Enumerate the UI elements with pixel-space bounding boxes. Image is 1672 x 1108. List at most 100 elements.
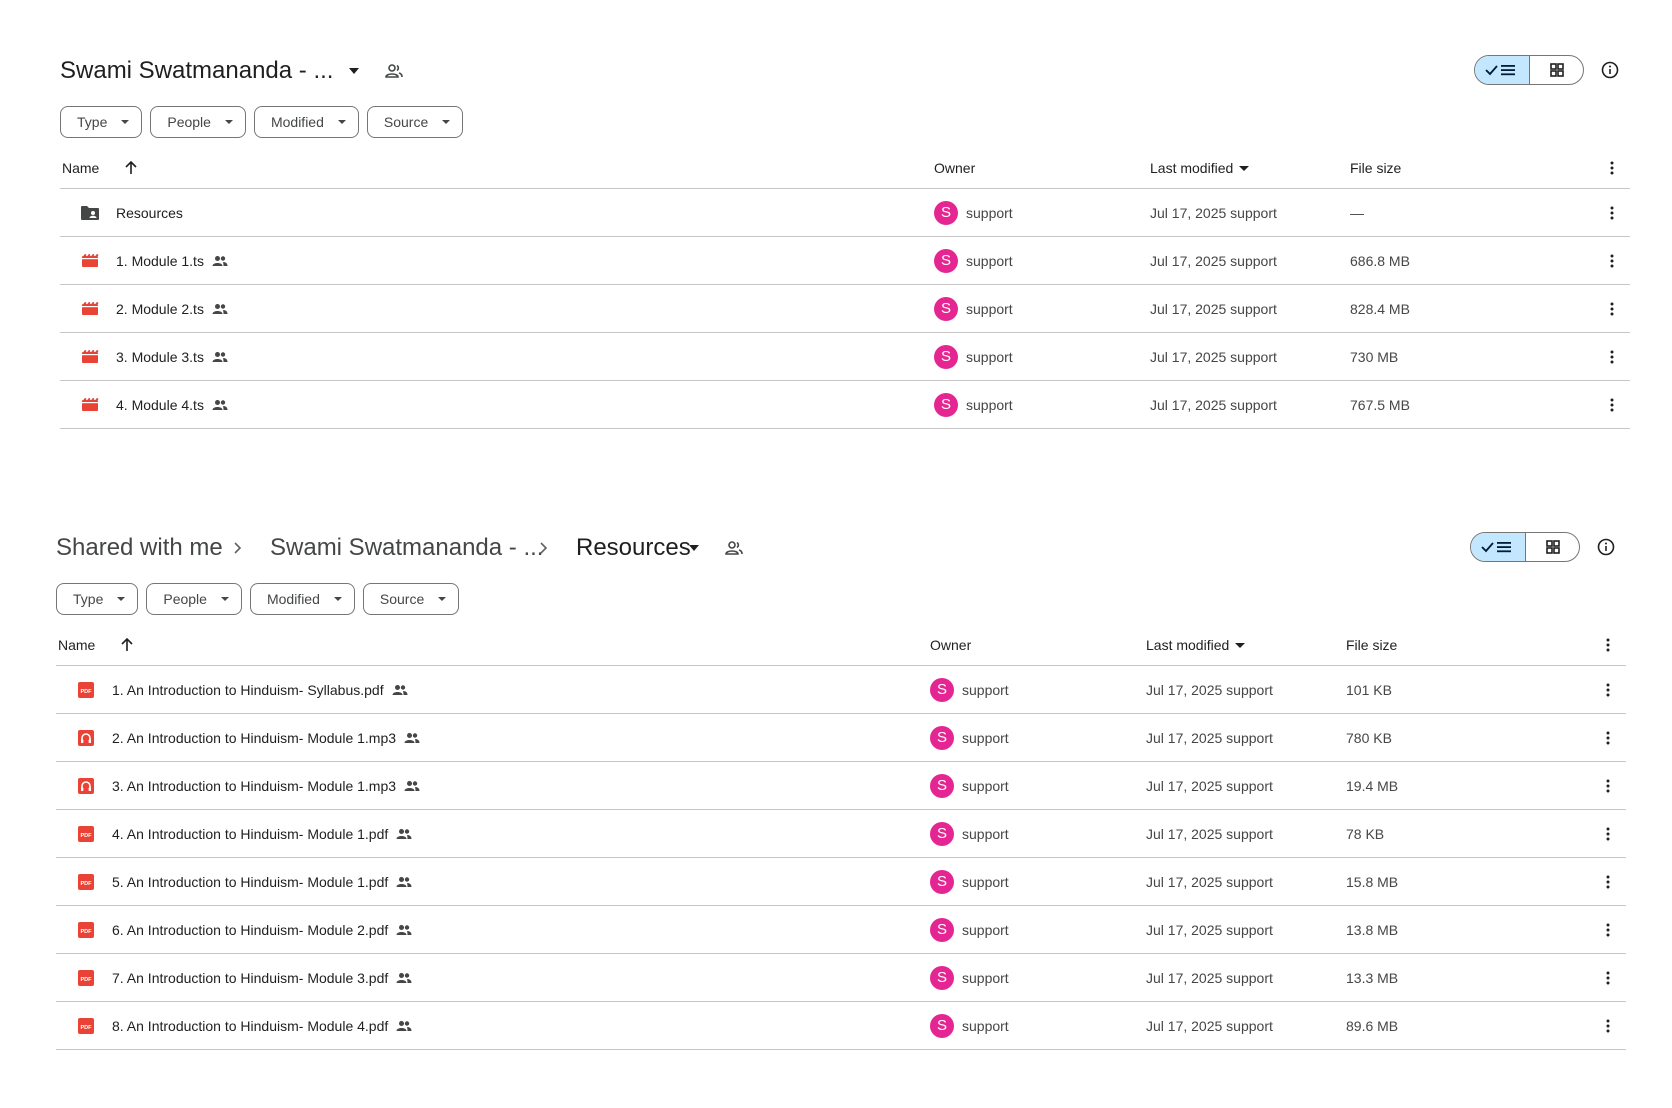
- table-row[interactable]: PDF 5. An Introduction to Hinduism- Modul…: [56, 858, 1626, 906]
- grid-view-button[interactable]: [1530, 56, 1583, 84]
- file-name: 2. An Introduction to Hinduism- Module 1…: [112, 729, 397, 746]
- dropdown-arrow-icon: [333, 597, 342, 601]
- list-view-button[interactable]: [1471, 533, 1526, 561]
- breadcrumb-current-folder[interactable]: Resources: [576, 525, 691, 571]
- people-filter-chip[interactable]: People: [146, 583, 242, 615]
- type-filter-chip[interactable]: Type: [60, 106, 143, 138]
- file-name: 4. Module 4.ts: [116, 396, 204, 413]
- file-size-column-header[interactable]: File size: [1350, 148, 1401, 188]
- view-toggle: [1470, 532, 1580, 562]
- modified-filter-chip[interactable]: Modified: [249, 583, 355, 615]
- file-name: 5. An Introduction to Hinduism- Module 1…: [112, 873, 389, 890]
- table-row[interactable]: 3. Module 3.ts Ssupport Jul 17, 2025 suppo…: [60, 333, 1630, 381]
- owner-name: support: [962, 969, 1009, 986]
- filter-chips: Type People Modified Source: [60, 106, 464, 138]
- table-row[interactable]: PDF 4. An Introduction to Hinduism- Modul…: [56, 810, 1626, 858]
- file-size-cell: 686.8 MB: [1350, 252, 1410, 269]
- file-size-cell: —: [1350, 204, 1364, 221]
- more-actions-icon[interactable]: [1596, 714, 1620, 761]
- more-actions-icon[interactable]: [1596, 666, 1620, 713]
- avatar: S: [930, 677, 954, 702]
- owner-cell: Ssupport: [934, 333, 1013, 380]
- folder-title[interactable]: Swami Swatmananda - ...: [60, 48, 333, 94]
- last-modified-cell: Jul 17, 2025 support: [1146, 873, 1273, 890]
- source-filter-chip[interactable]: Source: [362, 583, 460, 615]
- name-column-header[interactable]: Name: [62, 148, 137, 188]
- owner-cell: Ssupport: [930, 906, 1009, 953]
- avatar: S: [930, 917, 954, 942]
- more-actions-icon[interactable]: [1596, 858, 1620, 905]
- more-actions-icon[interactable]: [1600, 237, 1624, 284]
- last-modified-cell: Jul 17, 2025 support: [1150, 348, 1277, 365]
- file-size-column-header[interactable]: File size: [1346, 625, 1397, 665]
- table-row[interactable]: 1. Module 1.ts Ssupport Jul 17, 2025 suppo…: [60, 237, 1630, 285]
- svg-text:PDF: PDF: [81, 976, 93, 982]
- file-size-cell: 101 KB: [1346, 681, 1392, 698]
- more-actions-icon[interactable]: [1596, 810, 1620, 857]
- info-icon[interactable]: [1594, 535, 1618, 559]
- last-modified-column-header[interactable]: Last modified: [1146, 625, 1246, 665]
- sort-ascending-icon: [121, 638, 133, 651]
- info-icon[interactable]: [1598, 58, 1622, 82]
- folder-menu-caret-icon[interactable]: [682, 525, 706, 571]
- shared-folder-indicator-icon[interactable]: [722, 525, 746, 571]
- dropdown-arrow-icon: [220, 597, 229, 601]
- owner-column-header[interactable]: Owner: [930, 625, 971, 665]
- column-options-icon[interactable]: [1600, 148, 1624, 188]
- last-modified-column-header[interactable]: Last modified: [1150, 148, 1250, 188]
- owner-name: support: [966, 252, 1013, 269]
- owner-column-header[interactable]: Owner: [934, 148, 975, 188]
- table-row[interactable]: PDF 1. An Introduction to Hinduism- Sylla…: [56, 666, 1626, 714]
- svg-text:PDF: PDF: [81, 928, 93, 934]
- owner-name: support: [966, 300, 1013, 317]
- breadcrumb-shared-with-me[interactable]: Shared with me: [56, 525, 223, 571]
- file-name-cell: 3. An Introduction to Hinduism- Module 1…: [112, 762, 420, 809]
- more-actions-icon[interactable]: [1600, 189, 1624, 236]
- folder-menu-caret-icon[interactable]: [342, 48, 366, 94]
- people-filter-chip[interactable]: People: [150, 106, 246, 138]
- file-size-cell: 19.4 MB: [1346, 777, 1399, 794]
- more-actions-icon[interactable]: [1596, 906, 1620, 953]
- svg-text:PDF: PDF: [81, 688, 93, 694]
- source-filter-chip[interactable]: Source: [366, 106, 464, 138]
- video-file-icon: [76, 237, 104, 284]
- modified-filter-chip[interactable]: Modified: [253, 106, 359, 138]
- table-row[interactable]: PDF 6. An Introduction to Hinduism- Modul…: [56, 906, 1626, 954]
- more-actions-icon[interactable]: [1600, 285, 1624, 332]
- more-actions-icon[interactable]: [1596, 762, 1620, 809]
- avatar: S: [934, 200, 958, 225]
- last-modified-cell: Jul 17, 2025 support: [1150, 204, 1277, 221]
- table-row[interactable]: PDF 8. An Introduction to Hinduism- Modul…: [56, 1002, 1626, 1050]
- checked-list-icon: [1485, 65, 1515, 76]
- table-row[interactable]: 3. An Introduction to Hinduism- Module 1…: [56, 762, 1626, 810]
- file-name-cell: 6. An Introduction to Hinduism- Module 2…: [112, 906, 412, 953]
- file-name-cell: 5. An Introduction to Hinduism- Module 1…: [112, 858, 412, 905]
- avatar: S: [930, 821, 954, 846]
- more-actions-icon[interactable]: [1600, 333, 1624, 380]
- file-name-cell: 1. Module 1.ts: [116, 237, 228, 284]
- column-options-icon[interactable]: [1596, 625, 1620, 665]
- more-actions-icon[interactable]: [1596, 954, 1620, 1001]
- title-bar: Swami Swatmananda - ...: [60, 48, 1630, 94]
- shared-folder-indicator-icon[interactable]: [382, 48, 406, 94]
- dropdown-arrow-icon: [442, 120, 451, 124]
- file-name-cell: 4. An Introduction to Hinduism- Module 1…: [112, 810, 412, 857]
- more-actions-icon[interactable]: [1596, 1002, 1620, 1049]
- type-filter-chip[interactable]: Type: [56, 583, 139, 615]
- table-row[interactable]: 2. Module 2.ts Ssupport Jul 17, 2025 suppo…: [60, 285, 1630, 333]
- name-column-header[interactable]: Name: [58, 625, 133, 665]
- table-row[interactable]: 4. Module 4.ts Ssupport Jul 17, 2025 suppo…: [60, 381, 1630, 429]
- table-row[interactable]: PDF 7. An Introduction to Hinduism- Modul…: [56, 954, 1626, 1002]
- list-view-button[interactable]: [1475, 56, 1530, 84]
- owner-name: support: [962, 825, 1009, 842]
- grid-view-button[interactable]: [1526, 533, 1579, 561]
- video-file-icon: [76, 333, 104, 380]
- breadcrumb-separator-icon: [540, 525, 548, 571]
- file-name: 8. An Introduction to Hinduism- Module 4…: [112, 1017, 389, 1034]
- table-row[interactable]: 2. An Introduction to Hinduism- Module 1…: [56, 714, 1626, 762]
- breadcrumb-parent-folder[interactable]: Swami Swatmananda - ...: [270, 525, 543, 571]
- owner-name: support: [962, 777, 1009, 794]
- table-row[interactable]: Resources Ssupport Jul 17, 2025 support —: [60, 189, 1630, 237]
- more-actions-icon[interactable]: [1600, 381, 1624, 428]
- file-name-cell: 3. Module 3.ts: [116, 333, 228, 380]
